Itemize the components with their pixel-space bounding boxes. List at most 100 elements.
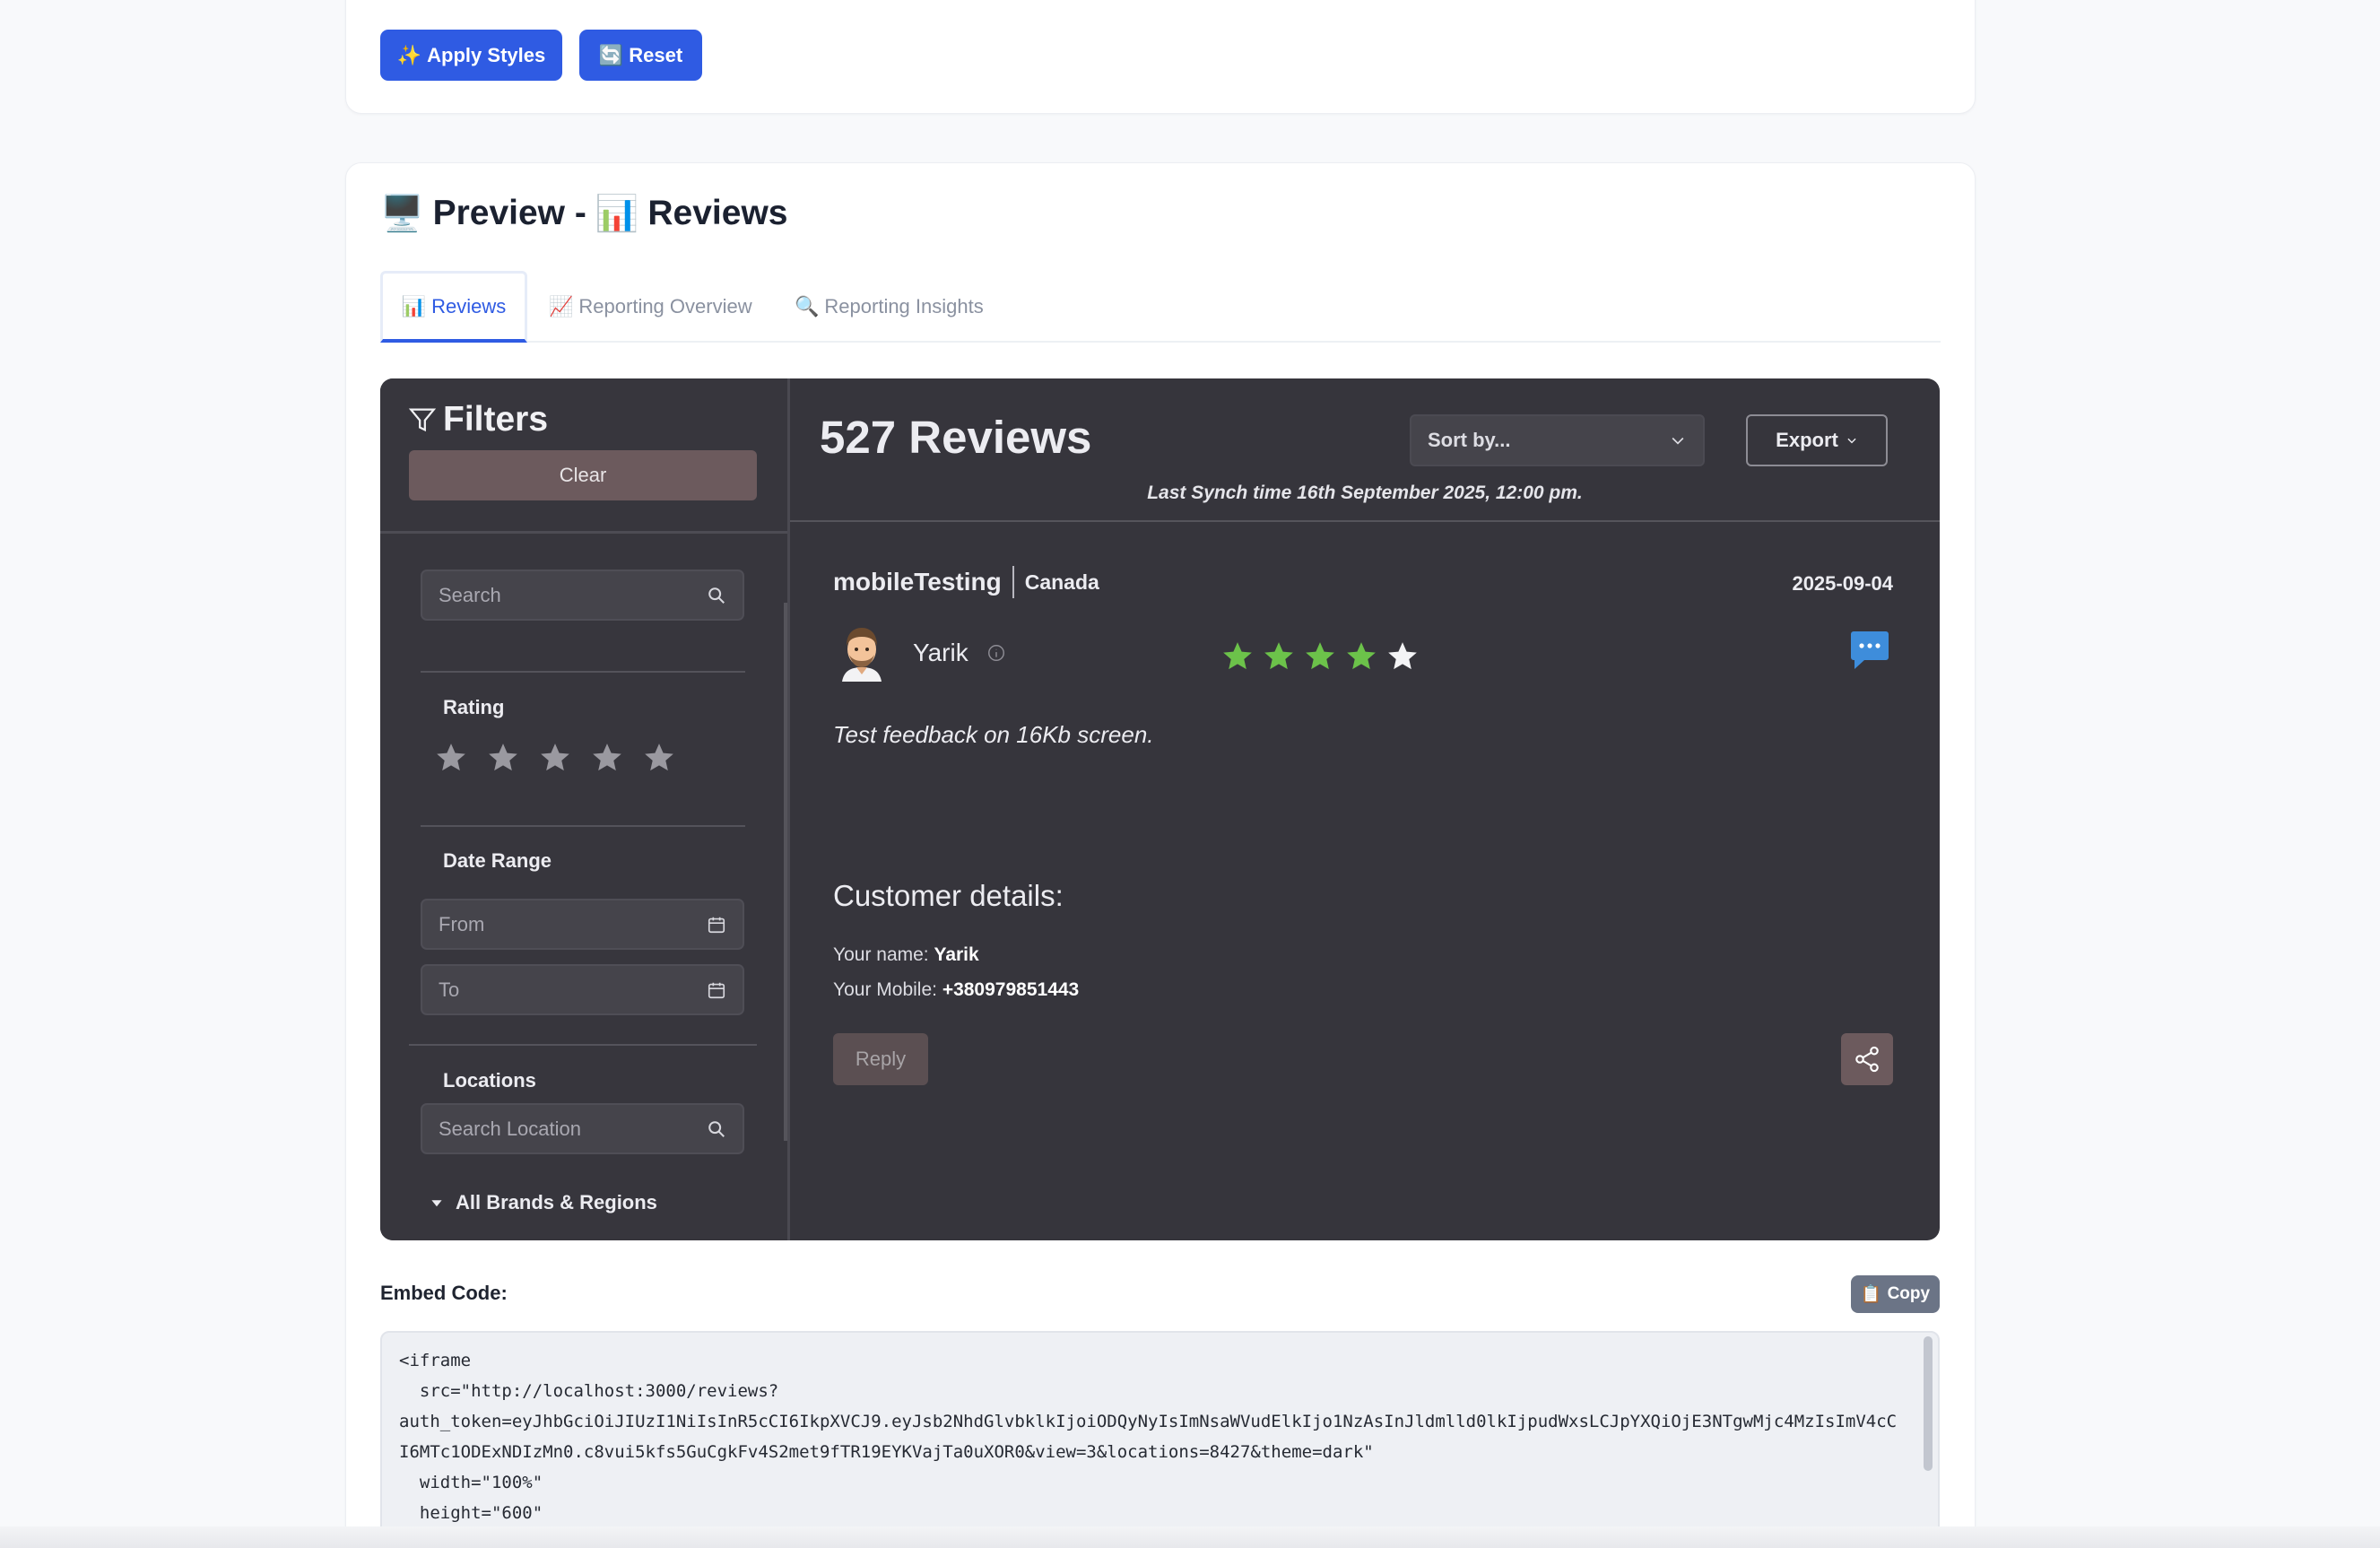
star-filled-icon bbox=[1264, 642, 1293, 670]
export-label: Export bbox=[1776, 429, 1838, 451]
clear-filters-button[interactable]: Clear bbox=[409, 450, 757, 500]
customer-mobile-value: +380979851443 bbox=[942, 979, 1080, 1000]
customer-name-value: Yarik bbox=[934, 944, 979, 965]
last-sync-text: Last Synch time 16th September 2025, 12:… bbox=[1147, 483, 1583, 503]
star-icon[interactable] bbox=[642, 741, 676, 775]
customer-details-title: Customer details: bbox=[833, 879, 1064, 912]
share-icon bbox=[1855, 1046, 1879, 1073]
reviewer: Yarik bbox=[913, 639, 1006, 667]
chat-bubble-icon[interactable] bbox=[1850, 630, 1889, 671]
apply-styles-label: Apply Styles bbox=[427, 43, 546, 66]
info-icon[interactable] bbox=[986, 643, 1006, 663]
date-to-field[interactable]: To bbox=[421, 964, 744, 1015]
star-filled-icon bbox=[1306, 642, 1334, 670]
preview-title-text: Preview - bbox=[432, 194, 586, 232]
brands-regions-label: All Brands & Regions bbox=[456, 1191, 657, 1213]
bar-chart-icon: 📊 bbox=[401, 294, 427, 317]
search-icon bbox=[708, 1120, 725, 1137]
tab-label: Reporting Overview bbox=[578, 295, 752, 317]
star-icon[interactable] bbox=[590, 741, 624, 775]
to-placeholder: To bbox=[439, 978, 460, 1001]
divider bbox=[409, 1044, 757, 1046]
chevron-down-icon bbox=[1672, 437, 1684, 445]
export-button[interactable]: Export bbox=[1746, 414, 1888, 466]
code-scrollbar[interactable] bbox=[1924, 1336, 1933, 1471]
embed-code-label: Embed Code: bbox=[380, 1282, 508, 1304]
from-placeholder: From bbox=[439, 912, 485, 935]
date-from-field[interactable]: From bbox=[421, 899, 744, 950]
reply-button[interactable]: Reply bbox=[833, 1033, 928, 1085]
copy-button[interactable]: 📋 Copy bbox=[1851, 1275, 1940, 1313]
share-button[interactable] bbox=[1841, 1033, 1893, 1085]
tab-reporting-insights[interactable]: 🔍 Reporting Insights bbox=[795, 271, 984, 343]
filters-title-text: Filters bbox=[443, 400, 549, 439]
tab-label: Reporting Insights bbox=[824, 295, 984, 317]
preview-title: 🖥️ Preview - 📊 Reviews bbox=[380, 193, 788, 234]
rating-filter bbox=[434, 741, 676, 775]
reset-label: Reset bbox=[629, 43, 683, 66]
filter-icon bbox=[408, 408, 437, 432]
search-icon bbox=[708, 587, 725, 604]
review-rating bbox=[1220, 639, 1420, 674]
rating-label: Rating bbox=[443, 696, 505, 718]
divider bbox=[421, 825, 745, 827]
reviews-panel: 527 Reviews Sort by... Export Last Synch… bbox=[790, 378, 1940, 1240]
locations-label: Locations bbox=[443, 1069, 536, 1091]
apply-styles-button[interactable]: ✨ Apply Styles bbox=[380, 30, 562, 81]
filters-sidebar: Filters Clear Search Rating Date Range F… bbox=[380, 378, 790, 1240]
store-region: Canada bbox=[1024, 570, 1099, 594]
search-input[interactable]: Search bbox=[421, 570, 744, 621]
divider bbox=[421, 671, 745, 673]
review-feedback: Test feedback on 16Kb screen. bbox=[833, 721, 1154, 748]
copy-label: Copy bbox=[1887, 1284, 1931, 1303]
tab-reviews[interactable]: 📊 Reviews bbox=[380, 271, 527, 343]
divider bbox=[790, 520, 1940, 522]
tab-reporting-overview[interactable]: 📈 Reporting Overview bbox=[549, 271, 752, 343]
reviews-widget-preview: Filters Clear Search Rating Date Range F… bbox=[380, 378, 1940, 1240]
avatar bbox=[842, 628, 882, 682]
review-store: mobileTesting Canada bbox=[833, 566, 1099, 598]
star-empty-icon bbox=[1388, 642, 1417, 670]
separator bbox=[1012, 566, 1014, 598]
sort-label: Sort by... bbox=[1428, 429, 1511, 451]
customer-mobile-label: Your Mobile: bbox=[833, 979, 937, 1000]
magnifier-icon: 🔍 bbox=[795, 295, 820, 317]
date-range-label: Date Range bbox=[443, 849, 552, 872]
preview-title-reviews: Reviews bbox=[647, 194, 788, 232]
embed-code-box[interactable]: <iframe src="http://localhost:3000/revie… bbox=[380, 1331, 1940, 1548]
customer-name-line: Your name: Yarik bbox=[833, 944, 979, 966]
reviews-count: 527 Reviews bbox=[820, 412, 1092, 463]
brands-regions-toggle[interactable]: All Brands & Regions bbox=[430, 1191, 657, 1214]
star-filled-icon bbox=[1223, 642, 1252, 670]
filters-title: Filters bbox=[407, 400, 548, 439]
clipboard-icon: 📋 bbox=[1860, 1285, 1882, 1304]
reviewer-name: Yarik bbox=[913, 639, 969, 666]
embed-code-text[interactable]: <iframe src="http://localhost:3000/revie… bbox=[399, 1345, 1897, 1546]
sparkles-icon: ✨ bbox=[396, 43, 422, 66]
chevron-down-icon bbox=[1847, 438, 1856, 444]
sidebar-scrollbar[interactable] bbox=[784, 603, 787, 1141]
sort-select[interactable]: Sort by... bbox=[1410, 414, 1705, 466]
divider bbox=[380, 531, 787, 534]
calendar-icon bbox=[708, 982, 725, 998]
reset-button[interactable]: 🔄 Reset bbox=[579, 30, 702, 81]
star-filled-icon bbox=[1347, 642, 1376, 670]
refresh-icon: 🔄 bbox=[598, 43, 624, 66]
review-date: 2025-09-04 bbox=[1792, 572, 1893, 595]
store-name: mobileTesting bbox=[833, 568, 1002, 596]
preview-tabs: 📊 Reviews 📈 Reporting Overview 🔍 Reporti… bbox=[380, 271, 1941, 343]
customer-mobile-line: Your Mobile: +380979851443 bbox=[833, 979, 1079, 1001]
star-icon[interactable] bbox=[486, 741, 520, 775]
location-placeholder: Search Location bbox=[439, 1117, 581, 1140]
star-icon[interactable] bbox=[538, 741, 572, 775]
tab-label: Reviews bbox=[431, 294, 507, 317]
customer-name-label: Your name: bbox=[833, 944, 929, 965]
calendar-icon bbox=[708, 917, 725, 933]
trend-chart-icon: 📈 bbox=[549, 295, 574, 317]
search-placeholder: Search bbox=[439, 583, 501, 606]
star-icon[interactable] bbox=[434, 741, 468, 775]
monitor-icon: 🖥️ bbox=[380, 195, 424, 233]
window-bottom-edge bbox=[0, 1526, 2380, 1548]
bar-chart-icon: 📊 bbox=[595, 195, 639, 233]
location-search-input[interactable]: Search Location bbox=[421, 1103, 744, 1154]
